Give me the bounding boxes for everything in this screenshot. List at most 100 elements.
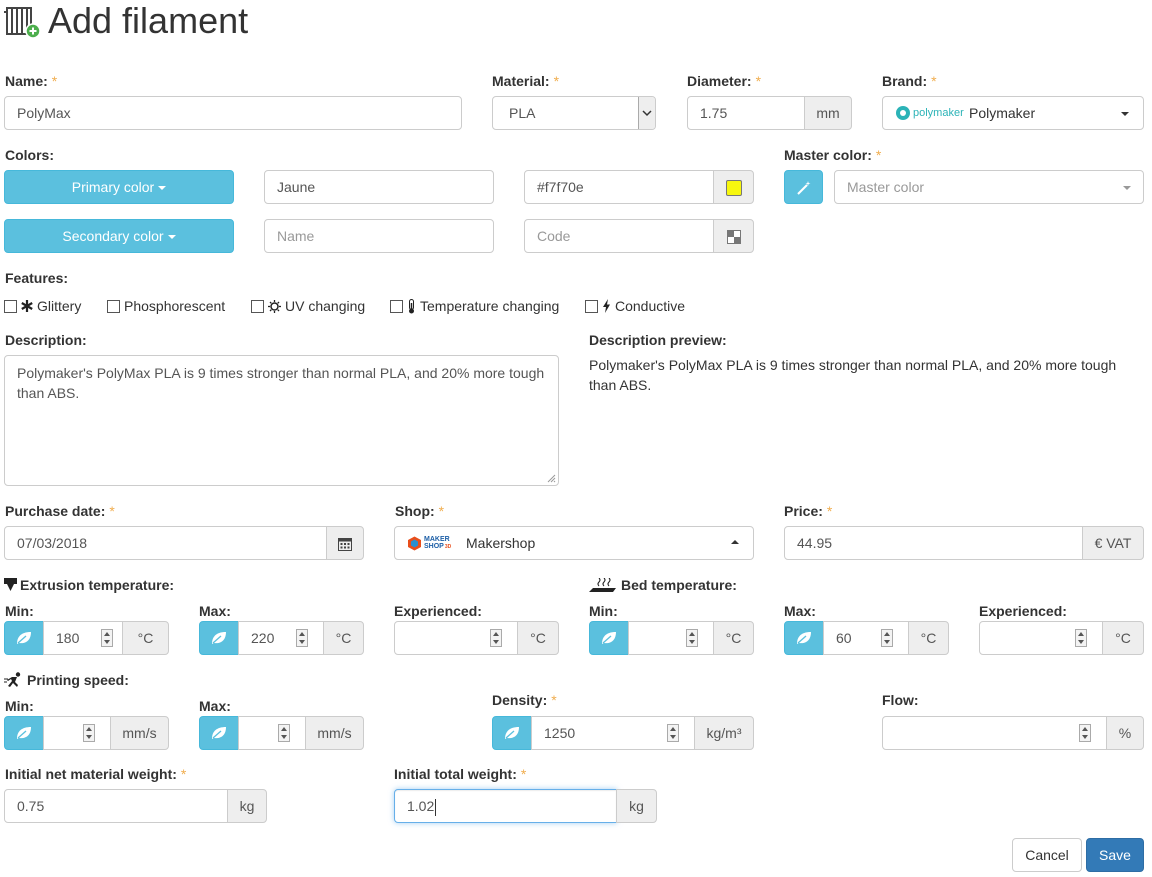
heated-bed-icon — [589, 578, 616, 592]
spinner-icon[interactable] — [296, 629, 308, 647]
speed-max-label: Max: — [199, 698, 231, 714]
secondary-color-swatch-addon[interactable] — [713, 219, 754, 253]
spinner-icon[interactable] — [83, 724, 95, 742]
calendar-icon — [338, 538, 352, 552]
extrusion-min-input[interactable]: 180 — [43, 621, 123, 655]
leaf-icon — [17, 632, 31, 644]
material-dropdown-arrow[interactable] — [638, 97, 655, 129]
speed-max-input[interactable] — [238, 716, 306, 750]
caret-down-icon — [158, 186, 167, 191]
density-input[interactable]: 1250 — [531, 716, 695, 750]
material-select[interactable]: PLA — [492, 96, 656, 130]
material-label: Material: * — [492, 73, 560, 89]
bed-temperature-label: Bed temperature: — [589, 577, 737, 593]
net-weight-label: Initial net material weight: * — [5, 766, 187, 782]
primary-color-code-input[interactable]: #f7f70e — [524, 170, 714, 204]
flow-input[interactable] — [882, 716, 1107, 750]
brand-label: Brand: * — [882, 73, 937, 89]
spinner-icon[interactable] — [667, 724, 679, 742]
extruder-icon — [4, 578, 17, 591]
spinner-icon[interactable] — [101, 629, 113, 647]
calendar-button[interactable] — [326, 526, 364, 560]
feature-label: Conductive — [615, 298, 686, 314]
spinner-icon[interactable] — [490, 629, 502, 647]
density-unit: kg/m³ — [694, 716, 754, 750]
asterisk-icon — [21, 300, 33, 312]
speed-min-leaf-button[interactable] — [4, 716, 44, 750]
speed-min-input[interactable] — [43, 716, 111, 750]
extrusion-min-leaf-button[interactable] — [4, 621, 44, 655]
feature-label: Glittery — [37, 298, 82, 314]
bed-max-leaf-button[interactable] — [784, 621, 824, 655]
net-weight-unit: kg — [227, 789, 267, 823]
net-weight-input[interactable]: 0.75 — [4, 789, 228, 823]
diameter-input[interactable]: 1.75 — [687, 96, 805, 130]
polymaker-logo-icon — [896, 106, 910, 120]
text-cursor — [435, 798, 437, 816]
secondary-color-name-input[interactable]: Name — [264, 219, 494, 253]
running-icon — [4, 672, 21, 687]
caret-down-icon — [167, 235, 176, 240]
extrusion-experienced-label: Experienced: — [394, 603, 482, 619]
spinner-icon[interactable] — [686, 629, 698, 647]
spinner-icon[interactable] — [1079, 724, 1091, 742]
speed-min-unit: mm/s — [110, 716, 169, 750]
phosphorescent-checkbox[interactable] — [107, 299, 120, 313]
price-input[interactable]: 44.95 — [784, 526, 1083, 560]
cancel-button[interactable]: Cancel — [1012, 838, 1082, 872]
makershop-logo: MAKER SHOP3D — [407, 527, 451, 559]
density-leaf-button[interactable] — [492, 716, 532, 750]
bed-max-input[interactable]: 60 — [823, 621, 909, 655]
spinner-icon[interactable] — [278, 724, 290, 742]
description-preview-text: Polymaker's PolyMax PLA is 9 times stron… — [589, 357, 1117, 393]
total-weight-input[interactable]: 1.02 — [394, 789, 617, 823]
feature-phosphorescent[interactable]: Phosphorescent — [107, 297, 225, 315]
secondary-color-button[interactable]: Secondary color — [4, 219, 234, 253]
save-button[interactable]: Save — [1086, 838, 1144, 872]
extrusion-max-input[interactable]: 220 — [238, 621, 324, 655]
bed-experienced-input[interactable] — [979, 621, 1103, 655]
resize-handle-icon[interactable] — [547, 474, 556, 483]
flow-unit: % — [1106, 716, 1144, 750]
name-label: Name: * — [5, 73, 58, 89]
colors-label: Colors: — [5, 147, 54, 163]
master-color-magic-button[interactable] — [784, 170, 823, 204]
spinner-icon[interactable] — [1075, 629, 1087, 647]
conductive-checkbox[interactable] — [585, 299, 598, 313]
name-input[interactable]: PolyMax — [4, 96, 462, 130]
spinner-icon[interactable] — [881, 629, 893, 647]
speed-min-label: Min: — [5, 698, 34, 714]
polymaker-logo: polymaker — [895, 97, 964, 129]
bed-min-unit: °C — [713, 621, 754, 655]
bed-min-input[interactable] — [628, 621, 714, 655]
uv-changing-checkbox[interactable] — [251, 299, 264, 313]
description-label: Description: — [5, 332, 87, 348]
secondary-color-code-input[interactable]: Code — [524, 219, 714, 253]
bed-min-leaf-button[interactable] — [589, 621, 629, 655]
feature-uv-changing[interactable]: UV changing — [251, 297, 365, 315]
caret-up-icon — [731, 540, 739, 544]
diameter-unit: mm — [804, 96, 852, 130]
extrusion-max-leaf-button[interactable] — [199, 621, 239, 655]
feature-glittery[interactable]: Glittery — [4, 297, 81, 315]
primary-color-name-input[interactable]: Jaune — [264, 170, 494, 204]
makershop-logo-icon — [408, 536, 421, 550]
sun-icon — [268, 299, 281, 313]
feature-temperature-changing[interactable]: Temperature changing — [390, 297, 559, 315]
master-color-select[interactable]: Master color — [834, 170, 1144, 204]
temperature-changing-checkbox[interactable] — [390, 299, 403, 313]
speed-max-leaf-button[interactable] — [199, 716, 239, 750]
secondary-code-placeholder: Code — [537, 228, 571, 244]
description-textarea[interactable]: Polymaker's PolyMax PLA is 9 times stron… — [4, 355, 559, 486]
feature-conductive[interactable]: Conductive — [585, 297, 685, 315]
glittery-checkbox[interactable] — [4, 299, 17, 313]
master-color-placeholder: Master color — [847, 179, 925, 195]
primary-color-swatch-addon[interactable] — [713, 170, 754, 204]
bed-max-label: Max: — [784, 603, 816, 619]
description-preview-label: Description preview: — [589, 332, 727, 348]
purchase-date-input[interactable]: 07/03/2018 — [4, 526, 327, 560]
primary-color-button[interactable]: Primary color — [4, 170, 234, 204]
extrusion-experienced-input[interactable] — [394, 621, 518, 655]
shop-select[interactable]: MAKER SHOP3D Makershop — [394, 526, 754, 560]
brand-select[interactable]: polymaker Polymaker — [882, 96, 1144, 130]
